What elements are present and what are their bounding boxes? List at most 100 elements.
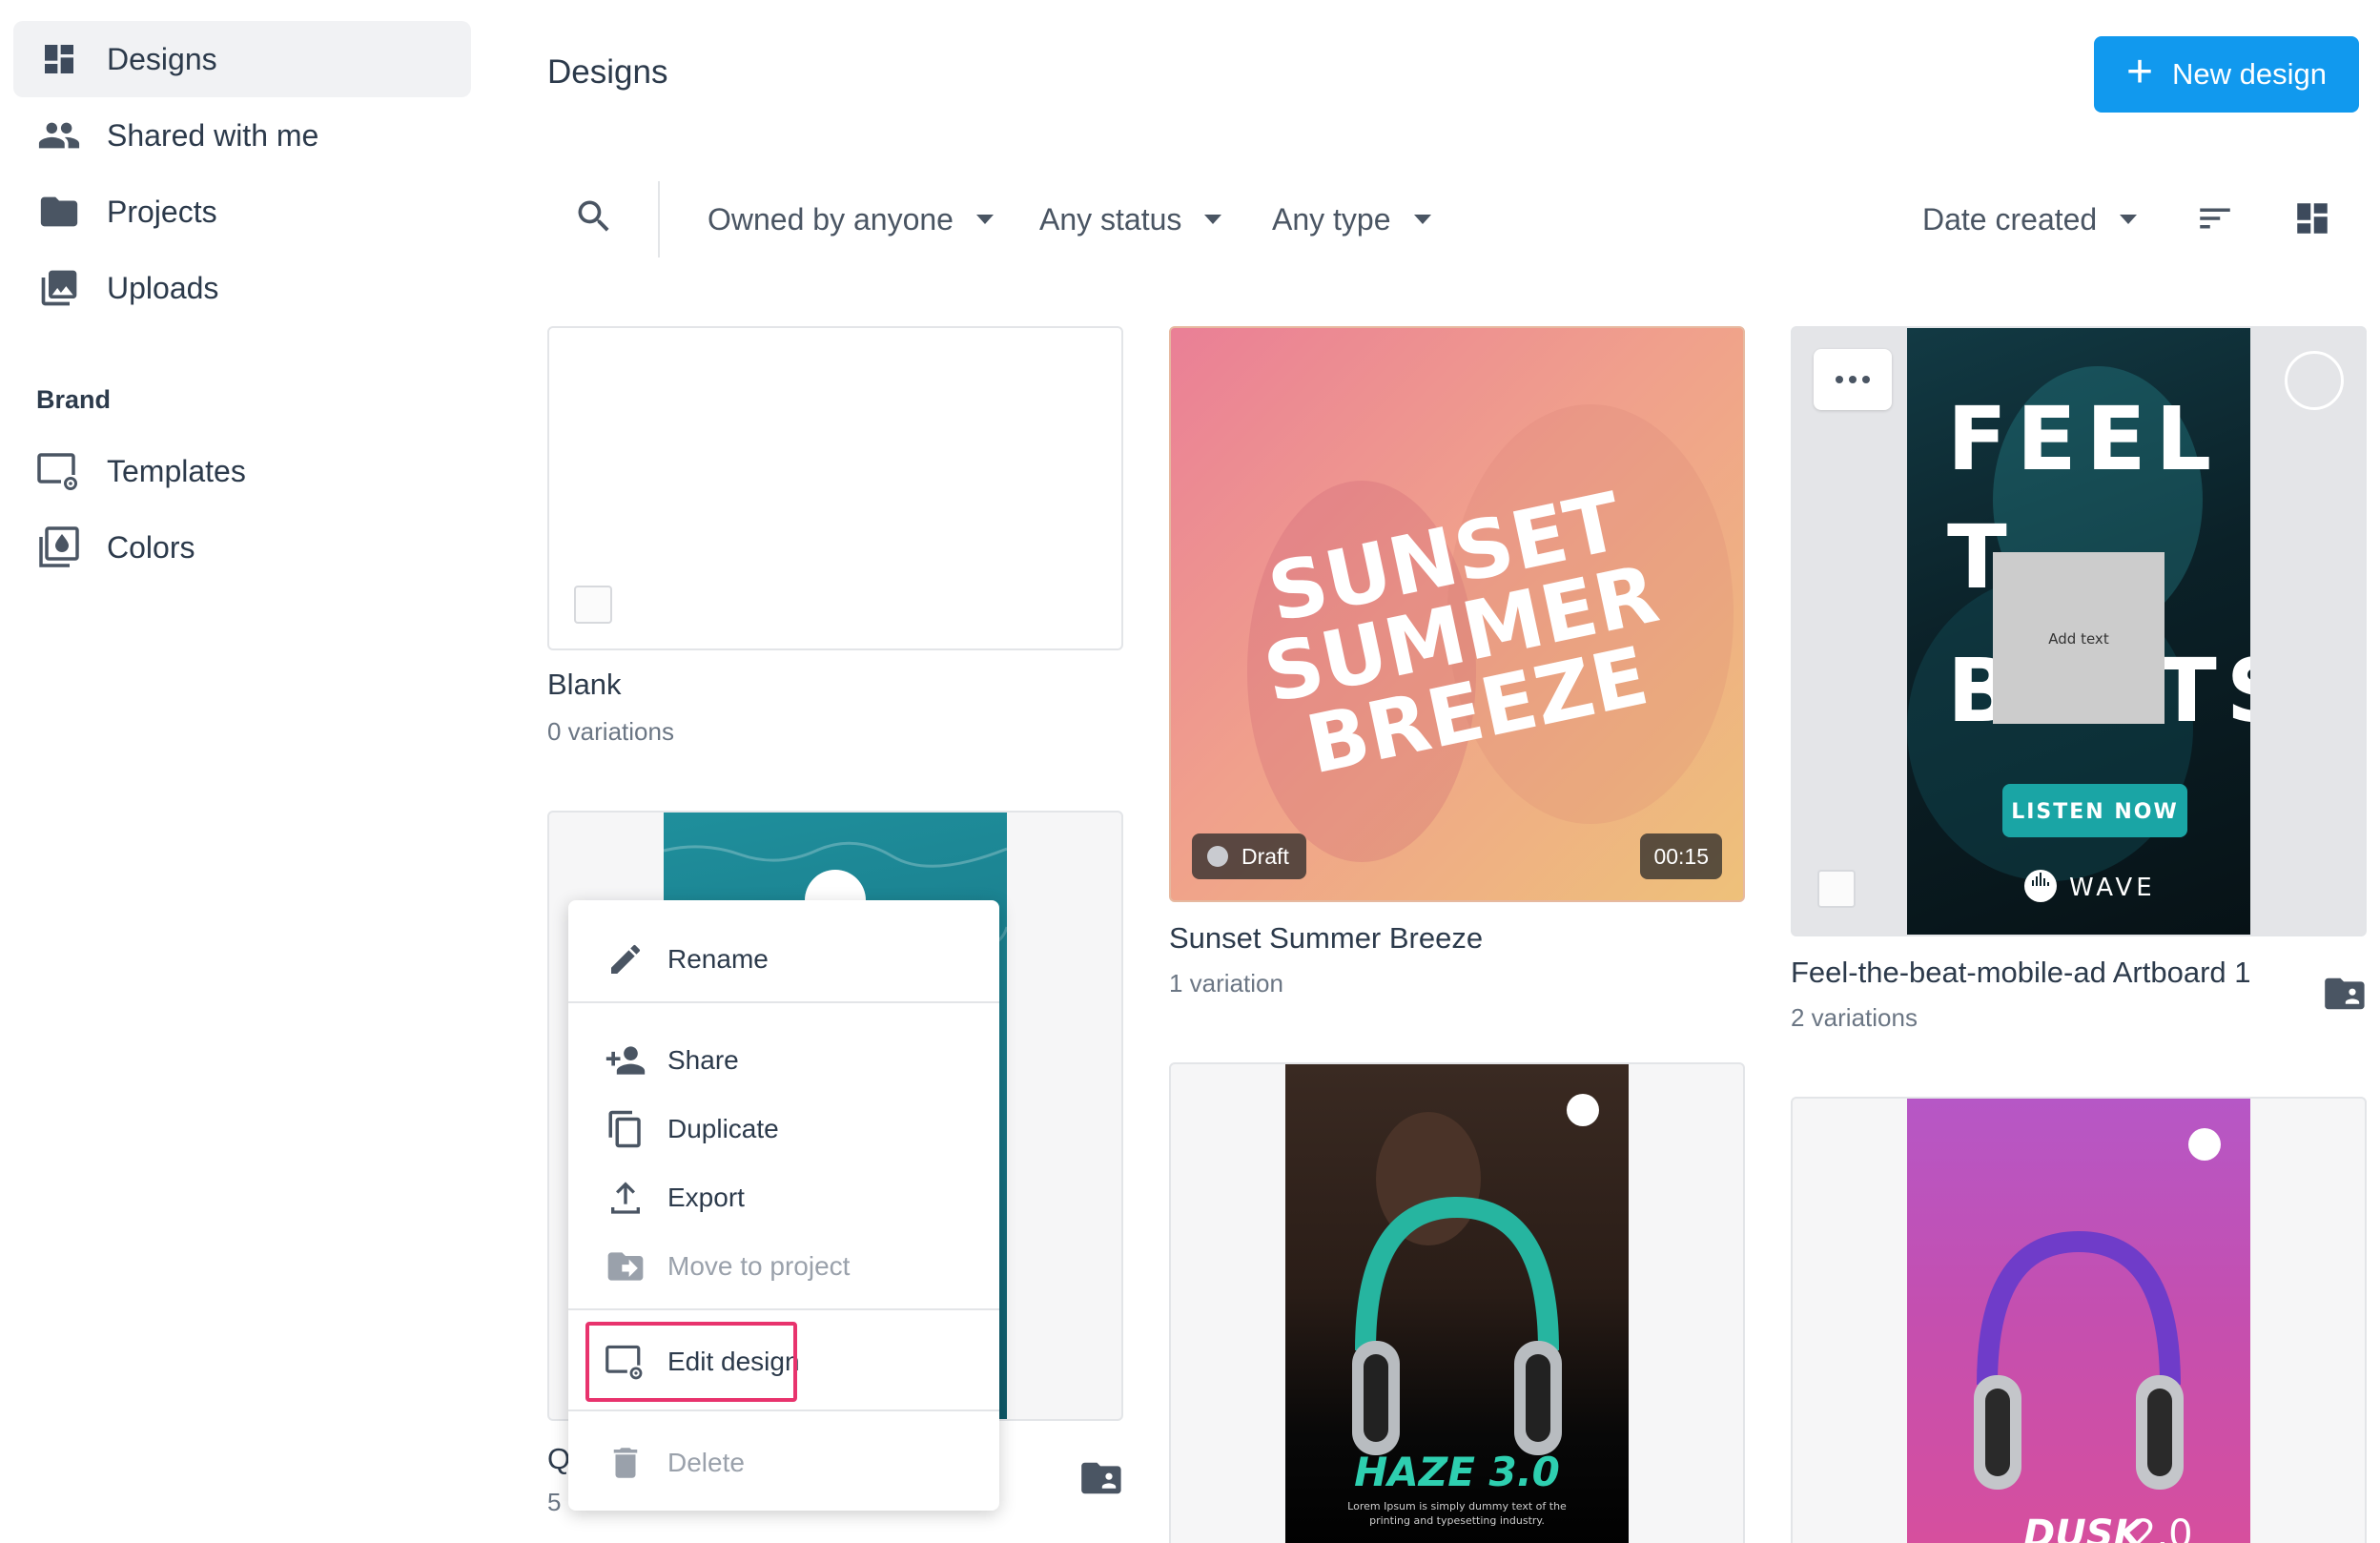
haze-artwork: HAZE 3.0 Lorem Ipsum is simply dummy tex… xyxy=(1285,1064,1629,1543)
image-placeholder-icon xyxy=(574,586,612,624)
page-title: Designs xyxy=(547,53,668,91)
trash-icon xyxy=(605,1442,646,1484)
menu-item-duplicate[interactable]: Duplicate xyxy=(568,1099,999,1160)
menu-item-share[interactable]: Share xyxy=(568,1030,999,1091)
chevron-down-icon xyxy=(1413,215,1431,224)
sidebar-item-label: Projects xyxy=(107,194,217,229)
design-card-title[interactable]: Q xyxy=(547,1442,570,1476)
menu-item-label: Edit design xyxy=(667,1347,800,1376)
art-text-feel: FEEL xyxy=(1947,388,2221,490)
move-folder-icon xyxy=(605,1245,646,1287)
menu-item-edit-design[interactable]: Edit design xyxy=(568,1331,999,1392)
menu-item-delete[interactable]: Delete xyxy=(568,1432,999,1493)
haze-title: HAZE 3.0 xyxy=(1354,1449,1560,1495)
sidebar-item-label: Designs xyxy=(107,41,217,76)
listen-now-cta: LISTEN NOW xyxy=(2011,800,2179,824)
plus-icon: + xyxy=(2125,47,2154,97)
sidebar: Designs Shared with me Projects Uploads … xyxy=(0,0,486,1543)
sidebar-item-designs[interactable]: Designs xyxy=(13,21,471,97)
chevron-down-icon xyxy=(1204,215,1222,224)
feel-the-beat-artwork: FEEL T B TS Add text LISTEN NOW WAVE xyxy=(1907,328,2250,935)
design-card-variations: 1 variation xyxy=(1169,969,1283,998)
design-card-title[interactable]: Sunset Summer Breeze xyxy=(1169,921,1483,956)
wave-brand-text: WAVE xyxy=(2069,874,2156,902)
type-filter-label: Any type xyxy=(1272,201,1391,237)
sidebar-item-label: Templates xyxy=(107,453,246,488)
shared-folder-icon[interactable] xyxy=(1079,1461,1121,1495)
menu-item-label: Share xyxy=(667,1045,739,1075)
design-card-thumbnail[interactable]: SUNSET SUMMER BREEZE Draft 00:15 xyxy=(1169,326,1745,902)
grid-view-button[interactable] xyxy=(2288,196,2336,244)
status-filter-dropdown[interactable]: Any status xyxy=(1039,198,1222,240)
sidebar-item-projects[interactable]: Projects xyxy=(13,174,471,250)
sidebar-item-colors[interactable]: Colors xyxy=(13,509,471,586)
template-settings-icon xyxy=(36,448,82,494)
upload-icon xyxy=(605,1177,646,1219)
menu-divider xyxy=(568,1409,999,1411)
art-text-ts: TS xyxy=(2157,640,2250,742)
sort-label: Date created xyxy=(1922,201,2098,237)
menu-item-rename[interactable]: Rename xyxy=(568,929,999,990)
menu-item-label: Move to project xyxy=(667,1251,851,1281)
status-badge: Draft xyxy=(1192,833,1306,879)
menu-item-label: Export xyxy=(667,1183,745,1212)
add-text-placeholder: Add text xyxy=(2048,630,2109,648)
filter-divider xyxy=(658,181,660,257)
shared-folder-icon[interactable] xyxy=(2323,977,2365,1011)
chevron-down-icon xyxy=(2120,215,2138,224)
design-card-variations: 0 variations xyxy=(547,717,674,746)
photo-library-icon xyxy=(36,265,82,311)
grid-view-icon xyxy=(2292,198,2332,243)
type-filter-dropdown[interactable]: Any type xyxy=(1272,198,1431,240)
new-design-label: New design xyxy=(2172,57,2327,91)
design-settings-icon xyxy=(605,1341,646,1383)
edit-icon xyxy=(605,938,646,980)
sort-dropdown[interactable]: Date created xyxy=(1922,198,2138,240)
folder-icon xyxy=(36,189,82,235)
design-card-variations: 2 variations xyxy=(1791,1003,1918,1032)
status-dot-icon xyxy=(1207,846,1228,867)
haze-caption: Lorem Ipsum is simply dummy text of the … xyxy=(1347,1500,1567,1527)
menu-item-move-to-project[interactable]: Move to project xyxy=(568,1236,999,1297)
sidebar-item-shared[interactable]: Shared with me xyxy=(13,97,471,174)
sort-icon xyxy=(2195,198,2235,243)
duration-badge: 00:15 xyxy=(1640,833,1722,879)
more-options-button[interactable] xyxy=(1814,349,1892,410)
dusk-title: DUSK xyxy=(2023,1512,2145,1543)
owner-filter-label: Owned by anyone xyxy=(708,201,954,237)
chevron-down-icon xyxy=(975,215,994,224)
sidebar-item-label: Shared with me xyxy=(107,117,319,153)
design-card-title[interactable]: Blank xyxy=(547,668,622,702)
design-card-thumbnail[interactable]: DUSK 2.0 xyxy=(1791,1097,2367,1543)
copy-icon xyxy=(605,1108,646,1150)
sidebar-item-uploads[interactable]: Uploads xyxy=(13,250,471,326)
context-menu: Rename Share Duplicate Export Move to pr… xyxy=(568,900,999,1511)
design-card-variations: 5 xyxy=(547,1488,562,1516)
status-badge-label: Draft xyxy=(1241,843,1289,869)
sunset-artwork: SUNSET SUMMER BREEZE xyxy=(1247,404,1734,862)
new-design-button[interactable]: + New design xyxy=(2094,36,2359,113)
menu-item-label: Rename xyxy=(667,944,769,974)
search-icon xyxy=(573,195,615,242)
sidebar-item-label: Uploads xyxy=(107,270,219,305)
person-add-icon xyxy=(605,1039,646,1081)
sidebar-item-label: Colors xyxy=(107,529,195,565)
people-icon xyxy=(36,113,82,158)
design-card-thumbnail[interactable] xyxy=(547,326,1123,650)
select-checkbox[interactable] xyxy=(2285,351,2344,410)
menu-item-export[interactable]: Export xyxy=(568,1167,999,1228)
search-button[interactable] xyxy=(570,195,618,242)
menu-divider xyxy=(568,1308,999,1310)
dusk-version: 2.0 xyxy=(2132,1512,2193,1543)
design-card-title[interactable]: Feel-the-beat-mobile-ad Artboard 1 xyxy=(1791,956,2250,990)
owner-filter-dropdown[interactable]: Owned by anyone xyxy=(708,198,994,240)
status-filter-label: Any status xyxy=(1039,201,1182,237)
color-palette-icon xyxy=(36,525,82,570)
menu-item-label: Delete xyxy=(667,1448,745,1477)
menu-divider xyxy=(568,1001,999,1003)
menu-item-label: Duplicate xyxy=(667,1114,779,1143)
design-card-thumbnail[interactable]: FEEL T B TS Add text LISTEN NOW WAVE xyxy=(1791,326,2367,936)
design-card-thumbnail[interactable]: HAZE 3.0 Lorem Ipsum is simply dummy tex… xyxy=(1169,1062,1745,1543)
sidebar-item-templates[interactable]: Templates xyxy=(13,433,471,509)
sort-order-button[interactable] xyxy=(2191,196,2239,244)
